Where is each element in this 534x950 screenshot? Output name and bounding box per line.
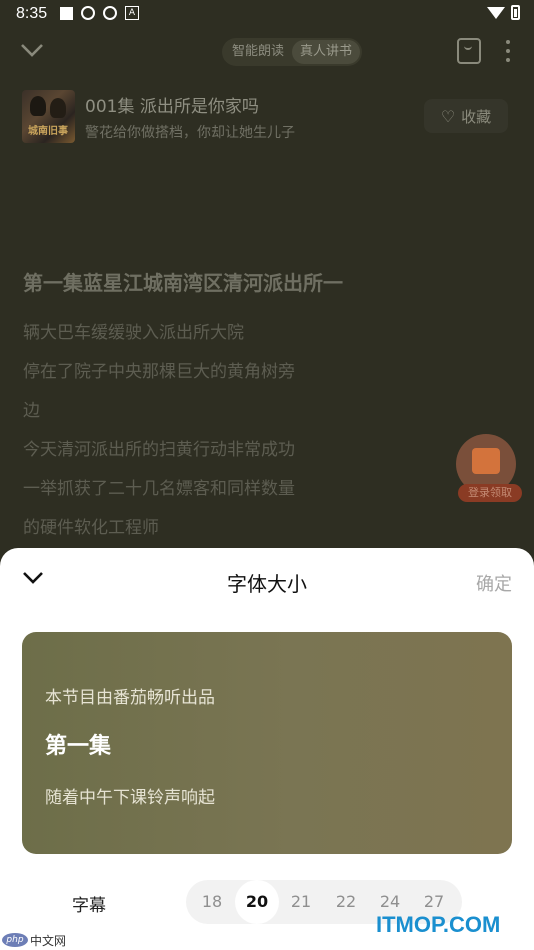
watermark-php: php 中文网	[2, 930, 66, 950]
system-icons	[487, 5, 520, 20]
size-option-20[interactable]: 20	[235, 880, 279, 924]
text-line: 的硬件软化工程师	[23, 518, 159, 538]
wifi-icon	[487, 6, 505, 19]
preview-line: 随着中午下课铃声响起	[45, 788, 215, 808]
favorite-button[interactable]: ♡ 收藏	[424, 99, 508, 133]
size-option-22[interactable]: 22	[324, 880, 368, 924]
tab-smart-reading[interactable]: 智能朗读	[224, 40, 292, 64]
status-bar: 8:35 A	[0, 0, 534, 28]
font-preview: 本节目由番茄畅听出品 第一集 随着中午下课铃声响起	[22, 632, 512, 854]
text-line: 停在了院子中央那棵巨大的黄角树旁	[23, 362, 295, 382]
login-reward-button[interactable]: 登录领取	[456, 434, 522, 506]
size-option-18[interactable]: 18	[190, 880, 234, 924]
sheet-title: 字体大小	[227, 572, 307, 596]
promo-label: 登录领取	[458, 484, 522, 502]
episode-header: 城南旧事 001集 派出所是你家吗 警花给你做搭档，你却让她生儿子 ♡ 收藏	[22, 90, 522, 144]
cover-text: 城南旧事	[28, 126, 68, 137]
preview-line: 本节目由番茄畅听出品	[45, 688, 215, 708]
chevron-down-icon[interactable]	[20, 42, 44, 62]
php-logo: php	[2, 933, 28, 947]
battery-icon	[511, 5, 520, 20]
more-icon[interactable]	[506, 40, 510, 62]
globe-icon	[103, 6, 117, 20]
square-icon	[60, 6, 73, 20]
a-icon: A	[125, 6, 139, 20]
top-bar: 智能朗读 真人讲书	[0, 36, 534, 70]
subtitle-label: 字幕	[72, 896, 106, 916]
watermark-text: 中文网	[30, 933, 67, 948]
preview-heading: 第一集	[45, 734, 112, 759]
reader-text: 第一集蓝星江城南湾区清河派出所一 辆大巴车缓缓驶入派出所大院 停在了院子中央那棵…	[23, 266, 493, 548]
confirm-button[interactable]: 确定	[476, 570, 512, 596]
episode-cover[interactable]: 城南旧事	[22, 90, 75, 143]
size-option-21[interactable]: 21	[279, 880, 323, 924]
tab-human-narration[interactable]: 真人讲书	[292, 40, 361, 64]
bookshelf-icon[interactable]	[457, 38, 481, 64]
text-line: 辆大巴车缓缓驶入派出所大院	[23, 323, 244, 343]
text-line: 今天清河派出所的扫黄行动非常成功	[23, 440, 295, 460]
status-time: 8:35	[16, 5, 48, 22]
episode-title[interactable]: 001集 派出所是你家吗	[85, 92, 259, 117]
notification-icons: A	[60, 6, 139, 20]
heart-icon: ♡	[440, 106, 456, 126]
font-size-sheet: 字体大小 确定 本节目由番茄畅听出品 第一集 随着中午下课铃声响起 字幕 18 …	[0, 548, 534, 950]
favorite-label: 收藏	[461, 107, 492, 126]
text-line: 一举抓获了二十几名嫖客和同样数量	[23, 479, 295, 499]
episode-subtitle[interactable]: 警花给你做搭档，你却让她生儿子	[85, 122, 295, 142]
text-line: 边	[23, 401, 40, 421]
mode-switch: 智能朗读 真人讲书	[222, 38, 363, 66]
watermark-itmop: ITMOP.COM	[376, 912, 501, 937]
globe-icon	[81, 6, 95, 20]
chapter-heading: 第一集蓝星江城南湾区清河派出所一	[23, 271, 343, 295]
